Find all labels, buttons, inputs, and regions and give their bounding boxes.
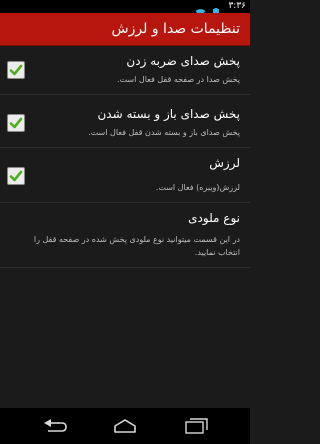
divider: [0, 147, 250, 148]
setting-title: پخش صدای باز و بسته شدن: [97, 107, 240, 121]
setting-summary: لرزش(ویبره) فعال است.: [155, 183, 240, 192]
recent-apps-icon: [185, 418, 208, 434]
divider: [0, 267, 250, 268]
setting-title: پخش صدای ضربه زدن: [126, 54, 240, 68]
divider: [0, 202, 250, 203]
setting-vibration[interactable]: لرزش لرزش(ویبره) فعال است.: [0, 149, 250, 203]
tap-sound-checkbox[interactable]: [7, 61, 25, 79]
setting-tap-sound[interactable]: پخش صدای ضربه زدن پخش صدا در صفحه قفل فع…: [0, 46, 250, 95]
setting-summary: در این قسمت میتوانید نوع ملودی پخش شده د…: [33, 235, 240, 257]
back-button[interactable]: [42, 418, 68, 434]
divider: [0, 94, 250, 95]
setting-summary: پخش صدای باز و بسته شدن قفل فعال است.: [88, 128, 240, 137]
vibration-checkbox[interactable]: [7, 167, 25, 185]
page-title: تنظیمات صدا و لرزش: [111, 21, 240, 37]
check-icon: [9, 117, 23, 129]
setting-melody-type[interactable]: نوع ملودی در این قسمت میتوانید نوع ملودی…: [0, 204, 250, 268]
setting-summary: پخش صدا در صفحه قفل فعال است.: [117, 75, 240, 84]
home-icon: [114, 419, 136, 433]
status-time: ۳:۳۶: [228, 1, 246, 11]
setting-title: لرزش: [209, 156, 240, 170]
setting-lock-sound[interactable]: پخش صدای باز و بسته شدن پخش صدای باز و ب…: [0, 96, 250, 148]
check-icon: [9, 64, 23, 76]
status-bar: ۳:۳۶: [0, 0, 250, 17]
lock-sound-checkbox[interactable]: [7, 114, 25, 132]
home-button[interactable]: [112, 418, 138, 434]
recent-apps-button[interactable]: [182, 418, 208, 434]
back-icon: [44, 419, 67, 432]
setting-title: نوع ملودی: [188, 211, 240, 225]
navigation-bar: [0, 408, 250, 444]
title-bar: تنظیمات صدا و لرزش: [0, 13, 250, 46]
check-icon: [9, 170, 23, 182]
